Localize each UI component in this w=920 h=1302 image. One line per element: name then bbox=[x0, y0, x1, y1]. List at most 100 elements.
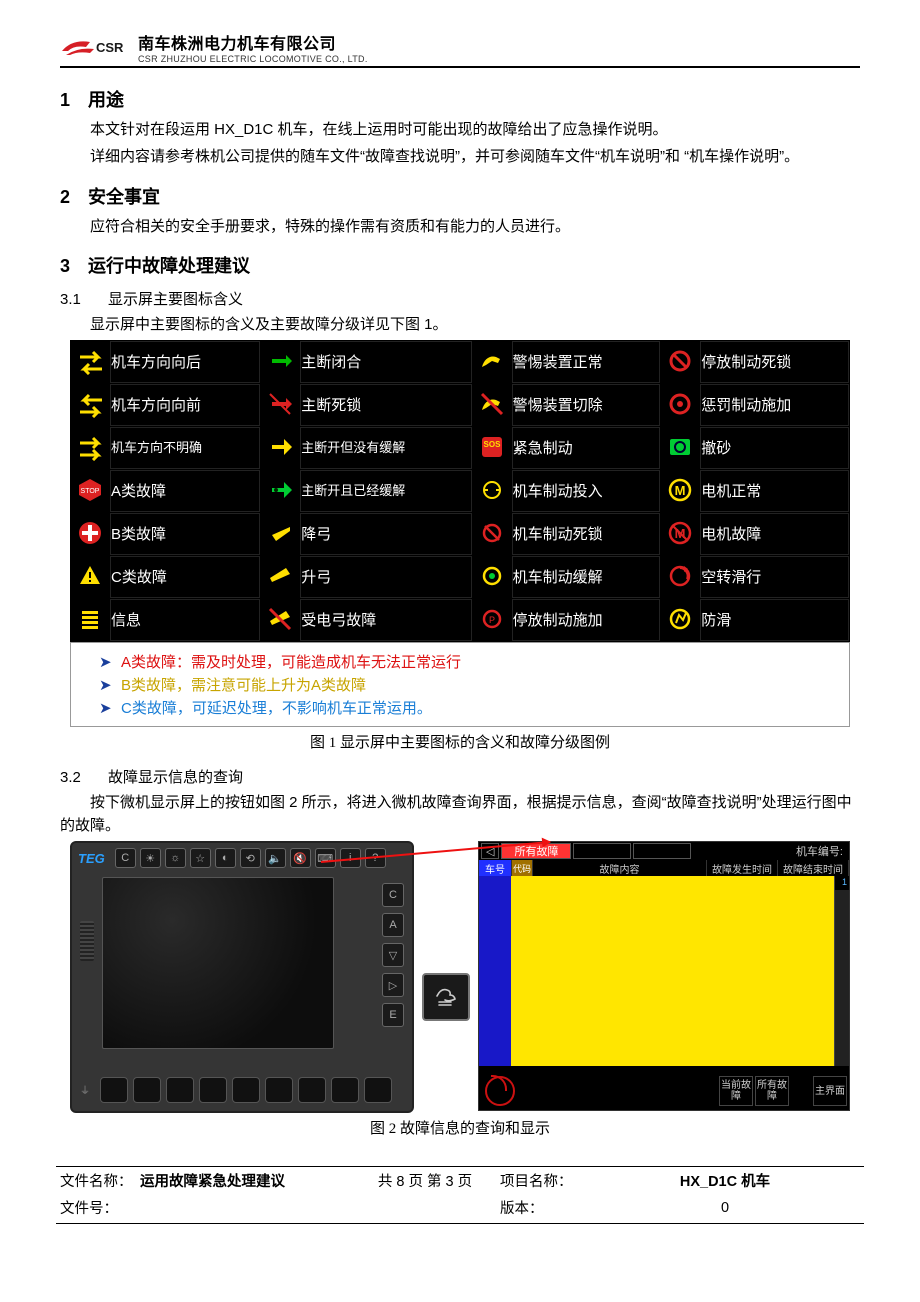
page-footer: 文件名称： 运用故障紧急处理建议 共 8 页 第 3 页 项目名称： HX_D1… bbox=[60, 1166, 860, 1224]
loco-id-label: 机车编号: bbox=[796, 843, 843, 859]
panel-top-button[interactable]: ⟲ bbox=[240, 848, 261, 868]
tab-blank-2[interactable] bbox=[633, 843, 691, 859]
status-label: 主断闭合 bbox=[300, 341, 471, 383]
status-label: 机车方向向后 bbox=[110, 341, 260, 383]
panel-bottom-button[interactable] bbox=[100, 1077, 128, 1103]
file-name: 运用故障紧急处理建议 bbox=[140, 1167, 350, 1194]
legend-row: ➤B类故障，需注意可能上升为A类故障 bbox=[99, 674, 841, 695]
status-label: C类故障 bbox=[110, 556, 260, 598]
status-label: 升弓 bbox=[300, 556, 471, 598]
panel-top-button[interactable]: ☀ bbox=[140, 848, 161, 868]
fault-legend: ➤A类故障：需及时处理，可能造成机车无法正常运行➤B类故障，需注意可能上升为A类… bbox=[70, 642, 850, 727]
railway-logo-icon bbox=[485, 1076, 515, 1106]
panel-bottom-button[interactable] bbox=[133, 1077, 161, 1103]
subsection-3-2: 3.2故障显示信息的查询 bbox=[60, 766, 860, 787]
panel-side-button[interactable]: A bbox=[382, 913, 404, 937]
col-car-no: 车号 bbox=[479, 860, 512, 876]
panel-top-button[interactable]: 🔈 bbox=[265, 848, 286, 868]
status-label: 电机故障 bbox=[700, 513, 849, 555]
status-icon bbox=[261, 470, 299, 512]
btn-main-screen[interactable]: 主界面 bbox=[813, 1076, 847, 1106]
panel-side-button[interactable]: ▽ bbox=[382, 943, 404, 967]
panel-bottom-button[interactable] bbox=[232, 1077, 260, 1103]
figure-1: 机车方向向后主断闭合警惕装置正常停放制动死锁机车方向向前主断死锁警惕装置切除惩罚… bbox=[70, 340, 850, 727]
panel-side-button[interactable]: E bbox=[382, 1003, 404, 1027]
panel-top-button[interactable]: 🔇 bbox=[290, 848, 311, 868]
panel-top-button[interactable]: ☆ bbox=[190, 848, 211, 868]
panel-top-button[interactable]: ◐ bbox=[215, 848, 236, 868]
status-label: 机车制动死锁 bbox=[512, 513, 661, 555]
fault-screen-tabs: ◁ 所有故障 机车编号: bbox=[479, 842, 849, 860]
panel-side-button[interactable]: ▷ bbox=[382, 973, 404, 997]
status-icon bbox=[473, 384, 511, 426]
status-icon bbox=[71, 341, 109, 383]
btn-all-fault[interactable]: 所有故障 bbox=[755, 1076, 789, 1106]
status-label: B类故障 bbox=[110, 513, 260, 555]
panel-bottom-buttons bbox=[100, 1077, 392, 1103]
status-icon bbox=[71, 599, 109, 641]
status-label: 降弓 bbox=[300, 513, 471, 555]
col-start-time: 故障发生时间 bbox=[707, 860, 778, 876]
svg-text:STOP: STOP bbox=[81, 488, 100, 495]
display-panel: TEG C☀☼☆◐⟲🔈🔇⌨i? CA▽▷E ⏚ bbox=[70, 841, 414, 1113]
panel-top-button[interactable]: C bbox=[115, 848, 136, 868]
page-number: 共 8 页 第 3 页 bbox=[350, 1167, 500, 1194]
tab-blank-1[interactable] bbox=[573, 843, 631, 859]
fault-table-header: 车号 代码 故障内容 故障发生时间 故障结束时间 bbox=[479, 860, 849, 876]
panel-speaker bbox=[80, 921, 94, 961]
fault-screen-footer: 当前故障 所有故障 主界面 bbox=[479, 1066, 849, 1110]
col-end-time: 故障结束时间 bbox=[778, 860, 849, 876]
fault-table-body: 1 bbox=[479, 876, 849, 1066]
status-icon bbox=[261, 556, 299, 598]
panel-top-button[interactable]: ⌨ bbox=[315, 848, 336, 868]
status-icon bbox=[261, 427, 299, 469]
status-icon: M bbox=[661, 513, 699, 555]
status-label: 机车制动投入 bbox=[512, 470, 661, 512]
figure-2: TEG C☀☼☆◐⟲🔈🔇⌨i? CA▽▷E ⏚ ◁ 所有故障 机车编号: bbox=[70, 841, 850, 1113]
file-no-label: 文件号： bbox=[60, 1194, 140, 1221]
panel-bottom-button[interactable] bbox=[364, 1077, 392, 1103]
fault-query-button-callout[interactable] bbox=[422, 973, 470, 1021]
status-icon: P bbox=[473, 599, 511, 641]
status-label: 撤砂 bbox=[700, 427, 849, 469]
svg-text:SOS: SOS bbox=[483, 440, 501, 449]
section-2-p1: 应符合相关的安全手册要求，特殊的操作需有资质和有能力的人员进行。 bbox=[60, 215, 860, 238]
status-label: 机车方向不明确 bbox=[110, 427, 260, 469]
legend-row: ➤A类故障：需及时处理，可能造成机车无法正常运行 bbox=[99, 651, 841, 672]
panel-bottom-button[interactable] bbox=[166, 1077, 194, 1103]
status-label: 机车制动缓解 bbox=[512, 556, 661, 598]
panel-bottom-button[interactable] bbox=[331, 1077, 359, 1103]
status-label: 电机正常 bbox=[700, 470, 849, 512]
status-label: 惩罚制动施加 bbox=[700, 384, 849, 426]
company-name-cn: 南车株洲电力机车有限公司 bbox=[138, 30, 368, 54]
panel-logo: TEG bbox=[78, 851, 105, 866]
status-label: 受电弓故障 bbox=[300, 599, 471, 641]
status-icon bbox=[661, 599, 699, 641]
status-icon bbox=[661, 556, 699, 598]
panel-top-button[interactable]: ☼ bbox=[165, 848, 186, 868]
panel-bottom-button[interactable] bbox=[265, 1077, 293, 1103]
scrollbar[interactable]: 1 bbox=[834, 876, 849, 1066]
status-icon bbox=[71, 556, 109, 598]
panel-bottom-button[interactable] bbox=[298, 1077, 326, 1103]
col-code: 代码 bbox=[512, 860, 533, 876]
status-label: 停放制动死锁 bbox=[700, 341, 849, 383]
file-name-label: 文件名称： bbox=[60, 1167, 140, 1194]
section-1-p2: 详细内容请参考株机公司提供的随车文件“故障查找说明”，并可参阅随车文件“机车说明… bbox=[60, 145, 860, 168]
status-icon bbox=[261, 341, 299, 383]
panel-right-buttons: CA ▽ ▷ E bbox=[382, 883, 404, 1027]
status-icon bbox=[473, 513, 511, 555]
status-label: A类故障 bbox=[110, 470, 260, 512]
status-icon: STOP bbox=[71, 470, 109, 512]
btn-current-fault[interactable]: 当前故障 bbox=[719, 1076, 753, 1106]
status-icon bbox=[71, 513, 109, 555]
status-label: 警惕装置切除 bbox=[512, 384, 661, 426]
panel-side-button[interactable]: C bbox=[382, 883, 404, 907]
status-icon bbox=[261, 513, 299, 555]
version: 0 bbox=[590, 1194, 860, 1221]
status-label: 主断开但没有缓解 bbox=[300, 427, 471, 469]
project-label: 项目名称： bbox=[500, 1167, 590, 1194]
panel-bottom-button[interactable] bbox=[199, 1077, 227, 1103]
icon-meaning-table: 机车方向向后主断闭合警惕装置正常停放制动死锁机车方向向前主断死锁警惕装置切除惩罚… bbox=[70, 340, 850, 642]
status-icon bbox=[473, 556, 511, 598]
